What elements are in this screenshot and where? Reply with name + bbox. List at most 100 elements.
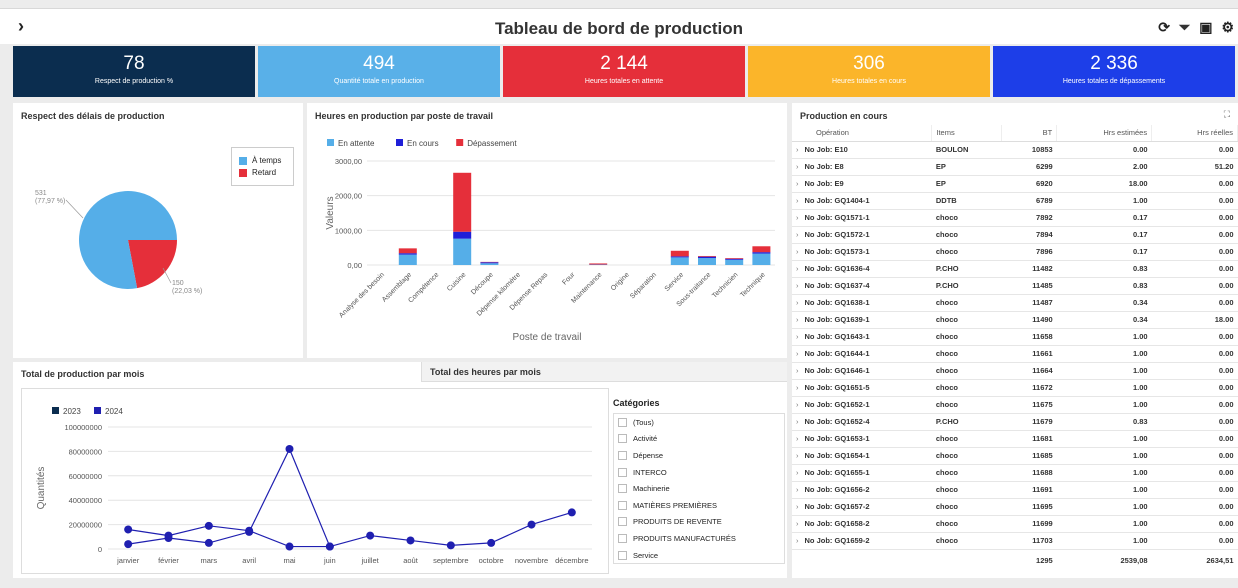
table-row[interactable]: › No Job: GQ1659-2 choco 11703 1.00 0.00 [792, 532, 1238, 550]
expand-row-icon[interactable]: › [796, 264, 799, 273]
bar-segment[interactable] [698, 255, 716, 257]
expand-row-icon[interactable]: › [796, 196, 799, 205]
bar-segment[interactable] [480, 262, 499, 264]
column-header[interactable]: Hrs réelles [1151, 125, 1238, 142]
category-item[interactable]: Dépense [614, 447, 784, 464]
table-row[interactable]: › No Job: GQ1643-1 choco 11658 1.00 0.00 [792, 328, 1238, 346]
table-row[interactable]: › No Job: GQ1652-4 P.CHO 11679 0.83 0.00 [792, 413, 1238, 431]
bar-segment[interactable] [752, 252, 771, 254]
expand-row-icon[interactable]: › [796, 536, 799, 545]
table-row[interactable]: › No Job: GQ1639-1 choco 11490 0.34 18.00 [792, 311, 1238, 329]
data-point[interactable] [406, 536, 415, 545]
tab-hours-per-month[interactable]: Total des heures par mois [421, 362, 787, 382]
expand-row-icon[interactable]: › [796, 332, 799, 341]
expand-row-icon[interactable]: › [796, 519, 799, 528]
kpi-tile-quantity[interactable]: 494 Quantité totale en production [258, 46, 500, 97]
data-point[interactable] [124, 540, 133, 549]
bar-segment[interactable] [725, 259, 744, 265]
column-header[interactable]: Items [931, 125, 1003, 142]
table-row[interactable]: › No Job: GQ1654-1 choco 11685 1.00 0.00 [792, 447, 1238, 465]
expand-row-icon[interactable]: › [796, 162, 799, 171]
table-row[interactable]: › No Job: GQ1651-5 choco 11672 1.00 0.00 [792, 379, 1238, 397]
data-point[interactable] [487, 538, 496, 547]
bar-segment[interactable] [480, 263, 499, 265]
table-row[interactable]: › No Job: GQ1653-1 choco 11681 1.00 0.00 [792, 430, 1238, 448]
expand-row-icon[interactable]: › [796, 230, 799, 239]
bar-segment[interactable] [398, 253, 417, 255]
expand-row-icon[interactable]: › [796, 315, 799, 324]
table-row[interactable]: › No Job: GQ1404-1 DDTB 6789 1.00 0.00 [792, 192, 1238, 210]
expand-row-icon[interactable]: › [796, 213, 799, 222]
kpi-tile-overrun[interactable]: 2 336 Heures totales de dépassements [993, 46, 1235, 97]
bar-segment[interactable] [453, 172, 472, 232]
table-row[interactable]: › No Job: GQ1656-2 choco 11691 1.00 0.00 [792, 481, 1238, 499]
expand-row-icon[interactable]: › [796, 400, 799, 409]
data-point[interactable] [204, 521, 213, 530]
data-point[interactable] [285, 444, 294, 453]
category-item[interactable]: INTERCO [614, 464, 784, 481]
data-point[interactable] [124, 525, 133, 534]
bar-segment[interactable] [698, 258, 716, 265]
table-row[interactable]: › No Job: GQ1655-1 choco 11688 1.00 0.00 [792, 464, 1238, 482]
save-icon[interactable]: ▣ [1199, 19, 1212, 36]
data-point[interactable] [164, 534, 173, 543]
bar-segment[interactable] [398, 248, 417, 254]
table-row[interactable]: › No Job: E9 EP 6920 18.00 0.00 [792, 175, 1238, 193]
expand-row-icon[interactable]: › [796, 179, 799, 188]
data-point[interactable] [325, 542, 334, 551]
legend-label[interactable]: Dépassement [467, 139, 517, 148]
settings-icon[interactable]: ⚙ [1221, 19, 1234, 36]
data-point[interactable] [285, 542, 294, 551]
legend-label[interactable]: En cours [407, 139, 439, 148]
column-header[interactable]: Hrs estimées [1056, 125, 1153, 142]
bar-segment[interactable] [698, 256, 716, 259]
checkbox[interactable] [618, 484, 627, 494]
table-row[interactable]: › No Job: GQ1646-1 choco 11664 1.00 0.00 [792, 362, 1238, 380]
legend-item[interactable]: Retard [239, 168, 286, 177]
bar-segment[interactable] [453, 231, 472, 239]
expand-row-icon[interactable]: › [796, 349, 799, 358]
expand-row-icon[interactable]: › [796, 383, 799, 392]
data-point[interactable] [527, 520, 536, 529]
legend-item[interactable]: À temps [239, 156, 286, 165]
data-point[interactable] [366, 531, 375, 540]
bar-segment[interactable] [589, 263, 608, 265]
table-row[interactable]: › No Job: GQ1571-1 choco 7892 0.17 0.00 [792, 209, 1238, 227]
table-row[interactable]: › No Job: GQ1573-1 choco 7896 0.17 0.00 [792, 243, 1238, 261]
table-row[interactable]: › No Job: GQ1652-1 choco 11675 1.00 0.00 [792, 396, 1238, 414]
expand-row-icon[interactable]: › [796, 247, 799, 256]
table-row[interactable]: › No Job: GQ1636-4 P.CHO 11482 0.83 0.00 [792, 260, 1238, 278]
checkbox[interactable] [618, 417, 627, 427]
bar-segment[interactable] [453, 238, 472, 265]
bar-segment[interactable] [398, 254, 417, 265]
category-item[interactable]: (Tous) [614, 414, 784, 431]
table-row[interactable]: › No Job: GQ1657-2 choco 11695 1.00 0.00 [792, 498, 1238, 516]
expand-row-icon[interactable]: › [796, 468, 799, 477]
table-row[interactable]: › No Job: GQ1637-4 P.CHO 11485 0.83 0.00 [792, 277, 1238, 295]
legend-label[interactable]: 2023 [63, 407, 81, 416]
data-point[interactable] [245, 527, 254, 536]
checkbox[interactable] [618, 500, 627, 510]
category-item[interactable]: Service [614, 547, 784, 564]
expand-row-icon[interactable]: › [796, 502, 799, 511]
bar-segment[interactable] [752, 253, 771, 265]
expand-row-icon[interactable]: › [796, 451, 799, 460]
table-row[interactable]: › No Job: E8 EP 6299 2.00 51.20 [792, 158, 1238, 176]
expand-row-icon[interactable]: › [796, 434, 799, 443]
column-header[interactable]: BT [1001, 125, 1058, 142]
column-header[interactable]: Opération [792, 125, 933, 142]
table-row[interactable]: › No Job: E10 BOULON 10853 0.00 0.00 [792, 141, 1238, 159]
checkbox[interactable] [618, 434, 627, 444]
category-item[interactable]: PRODUITS MANUFACTURÉS [614, 530, 784, 547]
data-point[interactable] [446, 541, 455, 550]
bar-segment[interactable] [670, 257, 689, 265]
checkbox[interactable] [618, 533, 627, 543]
expand-row-icon[interactable]: › [796, 145, 799, 154]
checkbox[interactable] [618, 467, 627, 477]
clear-filter-icon[interactable]: ⏷ [1179, 19, 1190, 36]
legend-label[interactable]: En attente [338, 139, 375, 148]
data-point[interactable] [567, 508, 576, 517]
expand-row-icon[interactable]: › [796, 366, 799, 375]
expand-icon[interactable]: ⛶ [1224, 109, 1230, 120]
bar-segment[interactable] [670, 256, 689, 258]
